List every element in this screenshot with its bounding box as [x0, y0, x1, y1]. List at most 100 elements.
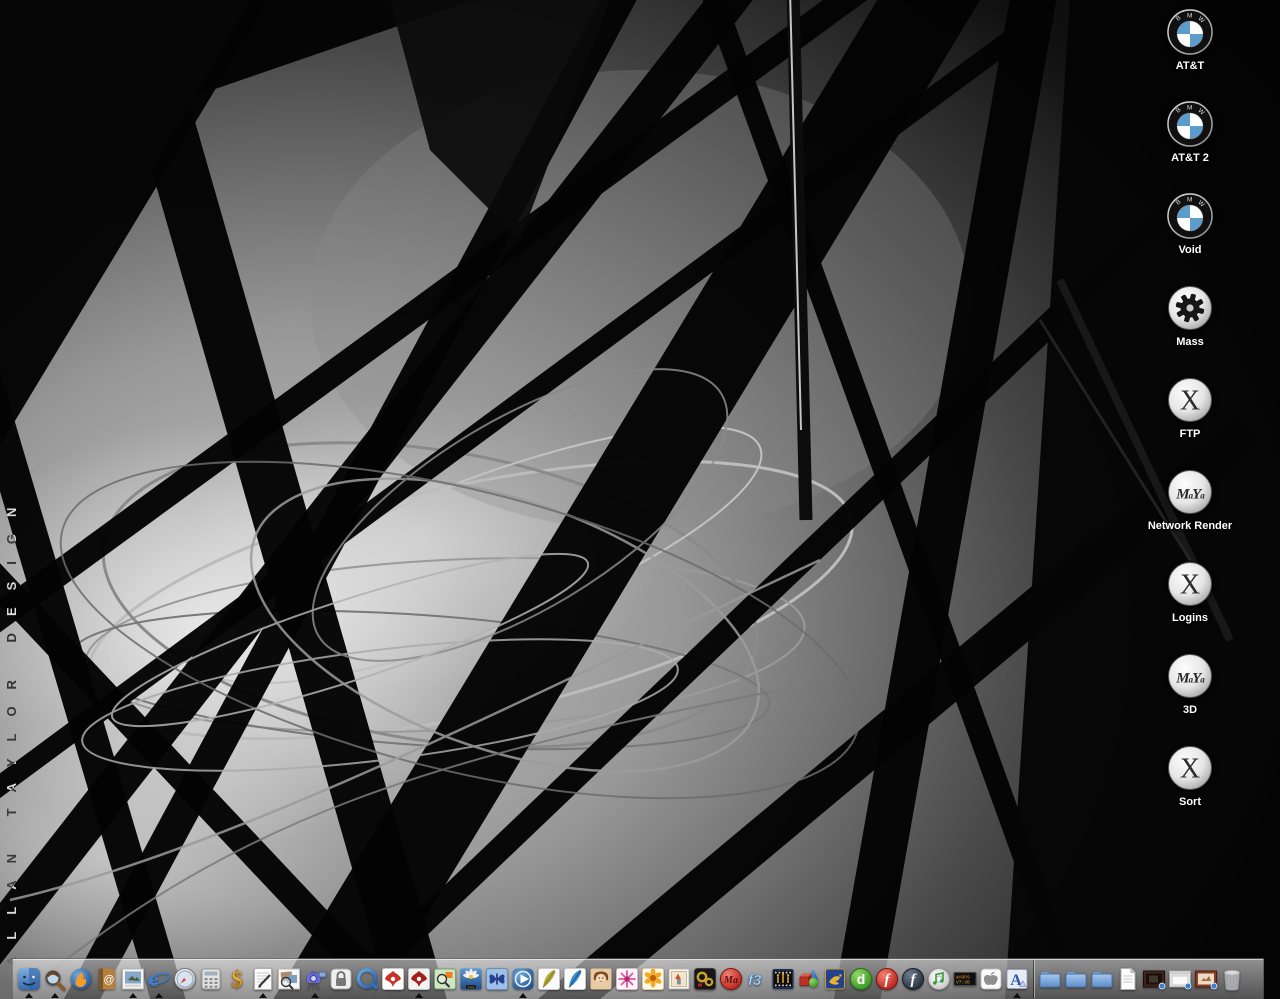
bmw-logo-icon: B​MW — [1166, 100, 1214, 148]
dock-item-orange-flower-app[interactable] — [640, 960, 666, 998]
desktop-icon-network-render[interactable]: MaYa Network Render — [1130, 468, 1250, 560]
photoshop-icon — [536, 966, 562, 992]
calculator-icon — [198, 966, 224, 992]
dock-item-calculator[interactable] — [198, 960, 224, 998]
dock-item-flash-player[interactable]: f — [900, 960, 926, 998]
desktop-icon-label: Mass — [1176, 336, 1204, 348]
desktop-icon-atandt[interactable]: B​MW AT&T — [1130, 8, 1250, 100]
dock-item-minimized-window-light[interactable] — [1167, 960, 1193, 998]
dock-item-document[interactable] — [1115, 960, 1141, 998]
dock-item-maya[interactable]: Ma — [718, 960, 744, 998]
dock-item-quicken[interactable]: $ — [224, 960, 250, 998]
minimized-window-light-icon — [1167, 966, 1193, 992]
dock-item-lamp-app[interactable] — [822, 960, 848, 998]
dock-item-appleworks[interactable]: A — [1004, 960, 1030, 998]
folder-3-icon — [1089, 966, 1115, 992]
media-player-icon — [510, 966, 536, 992]
dock-item-acrobat[interactable] — [380, 960, 406, 998]
dock-item-folder-2[interactable] — [1063, 960, 1089, 998]
dock-item-photoshop[interactable] — [536, 960, 562, 998]
dock-item-acrobat-reader[interactable] — [406, 960, 432, 998]
dock-item-apple-profiler[interactable] — [978, 960, 1004, 998]
dock-item-minimized-window-dark[interactable] — [1141, 960, 1167, 998]
dock-item-image-capture[interactable] — [302, 960, 328, 998]
dock-item-gears-app[interactable] — [692, 960, 718, 998]
dock-item-picture-viewer[interactable] — [120, 960, 146, 998]
illustrator-icon — [588, 966, 614, 992]
dock-item-fcheck[interactable]: f3 — [744, 960, 770, 998]
dock-item-folder-1[interactable] — [1037, 960, 1063, 998]
graphic-converter-icon — [432, 966, 458, 992]
image-capture-icon — [302, 966, 328, 992]
desktop-icon-atandt-2[interactable]: B​MW AT&T 2 — [1130, 100, 1250, 192]
desktop-icon-void[interactable]: B​MW Void — [1130, 192, 1250, 284]
dock-item-water-lily-app[interactable]: 1.3.2 — [458, 960, 484, 998]
dock-item-itunes[interactable] — [926, 960, 952, 998]
minimized-window-brown-icon — [1193, 966, 1219, 992]
svg-text:V7:36: V7:36 — [956, 980, 970, 986]
dock-item-preview[interactable] — [276, 960, 302, 998]
dock-item-director[interactable]: d — [848, 960, 874, 998]
running-indicator — [415, 993, 423, 998]
dock-item-canvas-app[interactable] — [666, 960, 692, 998]
internet-explorer-icon: e — [146, 966, 172, 992]
finder-icon — [16, 966, 42, 992]
dock-item-finder[interactable] — [16, 960, 42, 998]
dock-item-graphic-converter[interactable] — [432, 960, 458, 998]
dock-item-pink-flower-app[interactable] — [614, 960, 640, 998]
desktop-icon-3d[interactable]: MaYa 3D — [1130, 652, 1250, 744]
dock-item-textedit[interactable] — [250, 960, 276, 998]
pink-flower-app-icon — [614, 966, 640, 992]
dock-item-sherlock[interactable] — [42, 960, 68, 998]
dock-item-3d-shapes-app[interactable] — [796, 960, 822, 998]
bmw-logo-icon: B​MW — [1166, 192, 1214, 240]
water-lily-app-icon: 1.3.2 — [458, 966, 484, 992]
lamp-app-icon — [822, 966, 848, 992]
running-indicator — [25, 993, 33, 998]
dock-item-quicktime-player[interactable] — [354, 960, 380, 998]
desktop-icon-label: FTP — [1179, 428, 1201, 440]
dock-apps: @ e $1.3.2 Ma f3 d f f WARP9 V7:36 A — [16, 959, 1030, 999]
dock-others — [1037, 959, 1245, 999]
svg-text:M: M — [1187, 13, 1192, 20]
director-icon: d — [848, 966, 874, 992]
desktop-icon-mass[interactable]: Mass — [1130, 284, 1250, 376]
dock-item-minimized-window-brown[interactable] — [1193, 960, 1219, 998]
sherlock-icon — [42, 966, 68, 992]
x-logo-icon: X — [1166, 376, 1214, 424]
desktop-icon-label: AT&T 2 — [1171, 152, 1209, 164]
dock-item-indesign[interactable] — [484, 960, 510, 998]
dock-item-media-player[interactable] — [510, 960, 536, 998]
desktop-icon-label: 3D — [1182, 704, 1198, 716]
svg-text:X: X — [1180, 754, 1200, 785]
gears-app-icon — [692, 966, 718, 992]
apple-profiler-icon — [978, 966, 1004, 992]
dock-item-illustrator[interactable] — [588, 960, 614, 998]
dock-item-toast[interactable] — [68, 960, 94, 998]
dock-item-keychain-access[interactable] — [328, 960, 354, 998]
dock-item-address-book[interactable]: @ — [94, 960, 120, 998]
desktop-icon-logins[interactable]: X Logins — [1130, 560, 1250, 652]
svg-text:1.3.2: 1.3.2 — [468, 985, 475, 989]
dock-item-trash[interactable] — [1219, 960, 1245, 998]
dock-item-flash[interactable]: f — [874, 960, 900, 998]
preview-icon — [276, 966, 302, 992]
artist-signature: ALLAN TAYLOR DESIGN — [4, 490, 19, 966]
svg-text:d: d — [857, 971, 866, 987]
svg-text:$: $ — [231, 967, 243, 992]
dock-item-folder-3[interactable] — [1089, 960, 1115, 998]
flash-player-icon: f — [900, 966, 926, 992]
3d-shapes-app-icon — [796, 966, 822, 992]
dock-separator — [1033, 960, 1034, 998]
desktop-icon-sort[interactable]: X Sort — [1130, 744, 1250, 836]
indesign-icon — [484, 966, 510, 992]
running-indicator — [51, 993, 59, 998]
dock-item-safari[interactable] — [172, 960, 198, 998]
dock-item-lcd-meter-app[interactable]: WARP9 V7:36 — [952, 960, 978, 998]
desktop-icon-ftp[interactable]: X FTP — [1130, 376, 1250, 468]
svg-text:M: M — [1187, 105, 1192, 112]
dock-item-imageready[interactable] — [562, 960, 588, 998]
maya-logo-icon: MaYa — [1166, 468, 1214, 516]
dock-item-film-clapper-app[interactable] — [770, 960, 796, 998]
dock-item-internet-explorer[interactable]: e — [146, 960, 172, 998]
